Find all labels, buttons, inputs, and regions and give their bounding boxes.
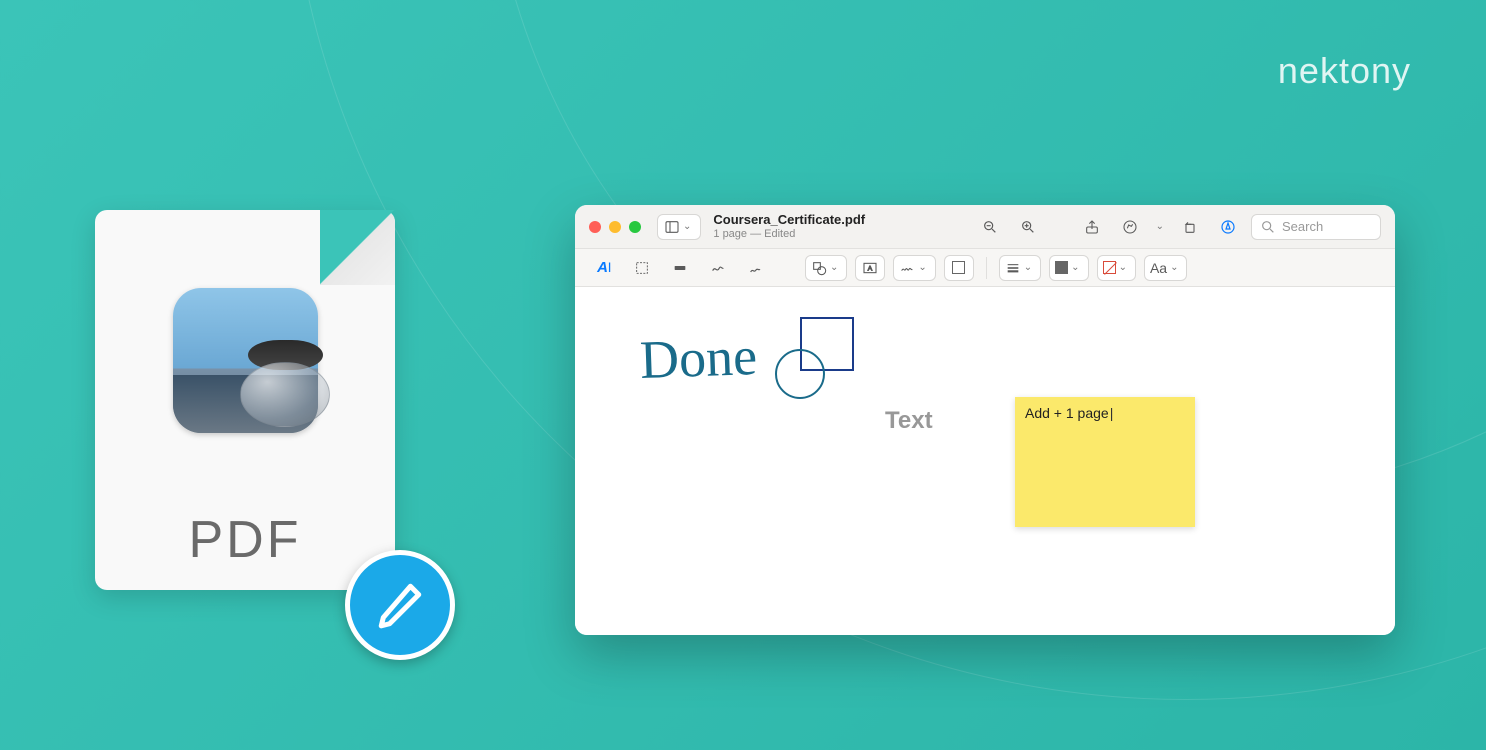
document-subtitle: 1 page — Edited <box>713 228 865 240</box>
pdf-file-icon: PDF <box>95 210 425 630</box>
markup-toggle-button[interactable] <box>1115 214 1145 240</box>
preview-window: ⌄ Coursera_Certificate.pdf 1 page — Edit… <box>575 205 1395 635</box>
redact-button[interactable] <box>665 255 695 281</box>
sidebar-toggle-button[interactable]: ⌄ <box>657 214 701 240</box>
fill-color-button[interactable]: ⌄ <box>1097 255 1136 281</box>
window-traffic-lights <box>589 221 641 233</box>
search-placeholder: Search <box>1282 219 1323 234</box>
chevron-down-icon: ⌄ <box>680 221 694 232</box>
file-type-label: PDF <box>95 510 395 570</box>
edit-badge-icon <box>345 550 455 660</box>
document-title-block: Coursera_Certificate.pdf 1 page — Edited <box>713 213 865 239</box>
handwriting-annotation[interactable]: Done <box>639 325 758 391</box>
sketch-button[interactable] <box>703 255 733 281</box>
sign-button[interactable]: ⌄ <box>893 255 935 281</box>
draw-button[interactable] <box>741 255 771 281</box>
document-title: Coursera_Certificate.pdf <box>713 213 865 227</box>
text-style-button[interactable]: A| <box>589 255 619 281</box>
close-button[interactable] <box>589 221 601 233</box>
window-titlebar: ⌄ Coursera_Certificate.pdf 1 page — Edit… <box>575 205 1395 249</box>
minimize-button[interactable] <box>609 221 621 233</box>
maximize-button[interactable] <box>629 221 641 233</box>
zoom-in-button[interactable] <box>1013 214 1043 240</box>
text-annotation[interactable]: Text <box>885 407 933 435</box>
selection-tool-button[interactable] <box>627 255 657 281</box>
note-button[interactable] <box>944 255 974 281</box>
brand-logo: nektony <box>1278 50 1411 92</box>
share-button[interactable] <box>1077 214 1107 240</box>
page-fold-corner <box>320 210 395 285</box>
markup-toolbar: A| ⌄ A ⌄ ⌄ <box>575 249 1395 287</box>
svg-text:A: A <box>868 265 873 272</box>
highlighter-button[interactable] <box>1213 214 1243 240</box>
file-page: PDF <box>95 210 395 590</box>
search-field[interactable]: Search <box>1251 214 1381 240</box>
search-icon <box>1260 219 1276 235</box>
circle-shape-annotation[interactable] <box>775 349 825 399</box>
chevron-down-icon: ⌄ <box>1153 221 1167 232</box>
text-box-button[interactable]: A <box>855 255 885 281</box>
sticky-note-annotation[interactable]: Add + 1 page <box>1015 397 1195 527</box>
loupe-icon <box>235 340 335 450</box>
border-color-button[interactable]: ⌄ <box>1049 255 1088 281</box>
shapes-button[interactable]: ⌄ <box>805 255 847 281</box>
document-canvas[interactable]: Done Text Add + 1 page <box>575 287 1395 635</box>
font-button[interactable]: Aa⌄ <box>1144 255 1188 281</box>
rotate-button[interactable] <box>1175 214 1205 240</box>
zoom-out-button[interactable] <box>975 214 1005 240</box>
toolbar-divider <box>986 257 987 279</box>
line-style-button[interactable]: ⌄ <box>999 255 1041 281</box>
